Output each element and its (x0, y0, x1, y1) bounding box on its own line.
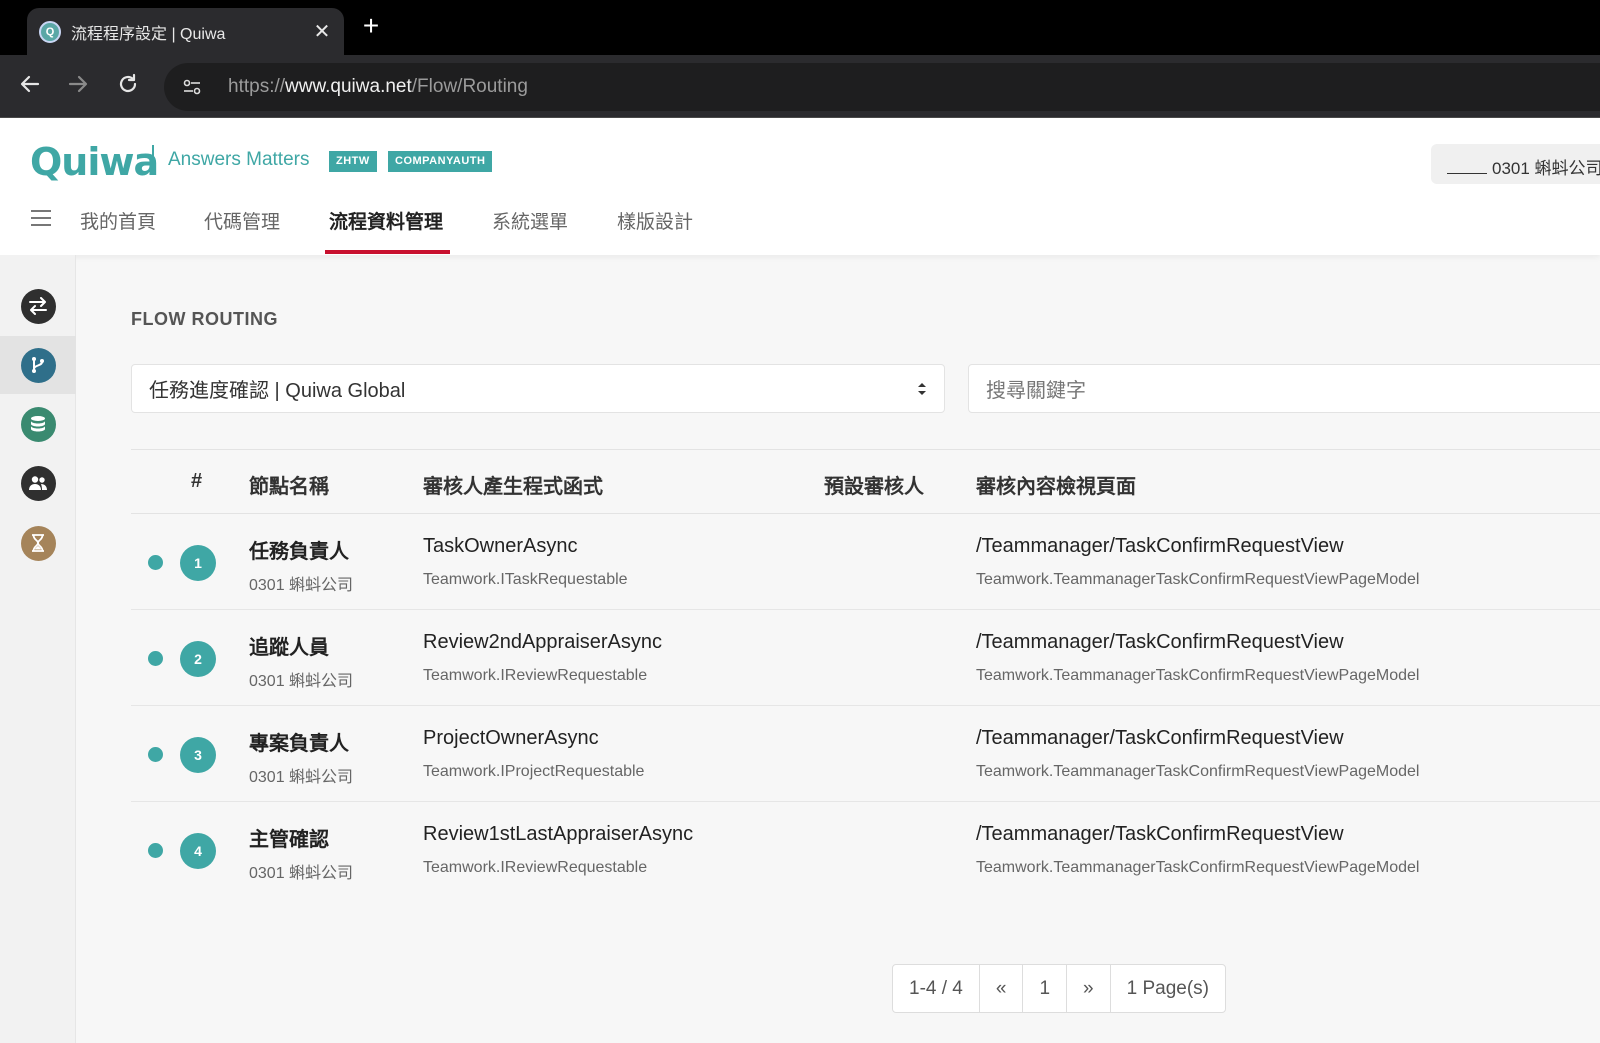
app-header: Quiwa Answers Matters ZHTW COMPANYAUTH 0… (0, 118, 1600, 255)
pagination-page-1[interactable]: 1 (1023, 965, 1068, 1012)
search-input[interactable]: 搜尋關鍵字 (968, 364, 1600, 413)
auth-badge: COMPANYAUTH (388, 151, 493, 172)
menu-item-system-menu[interactable]: 系統選單 (492, 207, 568, 234)
branch-icon (20, 347, 56, 383)
rail-item-users[interactable] (0, 454, 76, 512)
reviewer-interface: Teamwork.IProjectRequestable (423, 763, 645, 780)
language-badge: ZHTW (329, 151, 377, 172)
row-number: 1 (180, 545, 216, 581)
select-arrows-icon (917, 382, 927, 396)
left-icon-rail (0, 255, 76, 1043)
address-bar[interactable]: https://www.quiwa.net/Flow/Routing (164, 63, 1600, 111)
url-text: https://www.quiwa.net/Flow/Routing (228, 76, 528, 97)
quiwa-logo[interactable]: Quiwa (30, 140, 159, 184)
tab-title: 流程程序設定 | Quiwa (71, 25, 226, 43)
reviewer-function: Review2ndAppraiserAsync (423, 631, 663, 653)
logo-divider (152, 145, 154, 175)
table-row[interactable]: 4 主管確認 0301 蝌蚪公司 Review1stLastAppraiserA… (131, 802, 1600, 898)
menu-item-template-design[interactable]: 樣版設計 (617, 207, 693, 234)
menu-item-home[interactable]: 我的首頁 (80, 207, 156, 234)
view-page-model: Teamwork.TeammanagerTaskConfirmRequestVi… (976, 859, 1420, 876)
header-index: # (191, 470, 203, 492)
pagination-range: 1-4 / 4 (893, 965, 980, 1012)
browser-toolbar: https://www.quiwa.net/Flow/Routing (0, 55, 1600, 118)
row-number: 4 (180, 833, 216, 869)
favicon-icon: Q (39, 20, 61, 43)
node-company: 0301 蝌蚪公司 (249, 769, 354, 786)
node-company: 0301 蝌蚪公司 (249, 673, 354, 690)
status-dot-icon (148, 555, 163, 570)
user-company-selector[interactable]: 0301 蝌蚪公司 (1431, 144, 1600, 184)
view-page-model: Teamwork.TeammanagerTaskConfirmRequestVi… (976, 667, 1420, 684)
row-number: 3 (180, 737, 216, 773)
node-name: 主管確認 (249, 829, 329, 851)
users-icon (20, 465, 56, 501)
reviewer-function: Review1stLastAppraiserAsync (423, 823, 694, 845)
node-name: 任務負責人 (249, 541, 349, 563)
active-menu-indicator (325, 250, 450, 254)
header-node-name: 節點名稱 (249, 476, 329, 498)
reviewer-interface: Teamwork.IReviewRequestable (423, 859, 648, 876)
pagination-page-count: 1 Page(s) (1126, 978, 1209, 999)
user-blank-line (1447, 173, 1487, 174)
close-tab-icon[interactable]: ✕ (312, 19, 332, 44)
new-tab-icon[interactable]: + (358, 10, 384, 42)
view-page-path: /Teammanager/TaskConfirmRequestView (976, 631, 1344, 653)
node-company: 0301 蝌蚪公司 (249, 865, 354, 882)
rail-item-timer[interactable] (0, 514, 76, 572)
forward-arrow-icon[interactable] (64, 73, 92, 101)
table-row[interactable]: 2 追蹤人員 0301 蝌蚪公司 Review2ndAppraiserAsync… (131, 610, 1600, 706)
menu-item-codes[interactable]: 代碼管理 (204, 207, 280, 234)
view-page-path: /Teammanager/TaskConfirmRequestView (976, 823, 1344, 845)
table-row[interactable]: 3 專案負責人 0301 蝌蚪公司 ProjectOwnerAsync Team… (131, 706, 1600, 802)
rail-item-routing[interactable] (0, 336, 76, 394)
header-view-page: 審核內容檢視頁面 (976, 476, 1136, 498)
rail-item-swap[interactable] (0, 277, 76, 335)
routing-table: # 節點名稱 審核人產生程式函式 預設審核人 審核內容檢視頁面 1 任務負責人 … (131, 449, 1600, 898)
hamburger-menu-icon[interactable] (31, 210, 51, 231)
reviewer-function: TaskOwnerAsync (423, 535, 578, 557)
view-page-model: Teamwork.TeammanagerTaskConfirmRequestVi… (976, 763, 1420, 780)
status-dot-icon (148, 747, 163, 762)
pagination: 1-4 / 4 « 1 » 1 Page(s) (892, 964, 1226, 1013)
search-placeholder: 搜尋關鍵字 (986, 380, 1086, 402)
view-page-model: Teamwork.TeammanagerTaskConfirmRequestVi… (976, 571, 1420, 588)
view-page-path: /Teammanager/TaskConfirmRequestView (976, 727, 1344, 749)
database-icon (20, 406, 56, 442)
flow-select-value: 任務進度確認 | Quiwa Global (149, 380, 406, 402)
user-company-label: 0301 蝌蚪公司 (1492, 159, 1600, 178)
pagination-next-button[interactable]: » (1067, 965, 1111, 1012)
node-name: 追蹤人員 (249, 637, 329, 659)
reviewer-interface: Teamwork.ITaskRequestable (423, 571, 628, 588)
browser-tab-bar: Q 流程程序設定 | Quiwa ✕ + (0, 0, 1600, 55)
swap-icon (20, 288, 56, 324)
site-settings-icon[interactable] (178, 73, 206, 101)
reviewer-function: ProjectOwnerAsync (423, 727, 599, 749)
table-row[interactable]: 1 任務負責人 0301 蝌蚪公司 TaskOwnerAsync Teamwor… (131, 514, 1600, 610)
header-reviewer-function: 審核人產生程式函式 (423, 476, 603, 498)
node-company: 0301 蝌蚪公司 (249, 577, 354, 594)
table-header: # 節點名稱 審核人產生程式函式 預設審核人 審核內容檢視頁面 (131, 449, 1600, 514)
view-page-path: /Teammanager/TaskConfirmRequestView (976, 535, 1344, 557)
status-dot-icon (148, 651, 163, 666)
row-number: 2 (180, 641, 216, 677)
page-title: FLOW ROUTING (131, 309, 278, 329)
hourglass-icon (20, 525, 56, 561)
header-default-reviewer: 預設審核人 (824, 476, 924, 498)
back-arrow-icon[interactable] (16, 73, 44, 101)
node-name: 專案負責人 (249, 733, 349, 755)
reviewer-interface: Teamwork.IReviewRequestable (423, 667, 648, 684)
pagination-prev-button[interactable]: « (980, 965, 1024, 1012)
reload-icon[interactable] (114, 73, 142, 101)
tagline: Answers Matters (168, 149, 310, 170)
rail-item-database[interactable] (0, 395, 76, 453)
browser-tab[interactable]: Q 流程程序設定 | Quiwa ✕ (27, 8, 344, 55)
status-dot-icon (148, 843, 163, 858)
menu-item-flow-data[interactable]: 流程資料管理 (329, 207, 443, 234)
flow-select[interactable]: 任務進度確認 | Quiwa Global (131, 364, 945, 413)
